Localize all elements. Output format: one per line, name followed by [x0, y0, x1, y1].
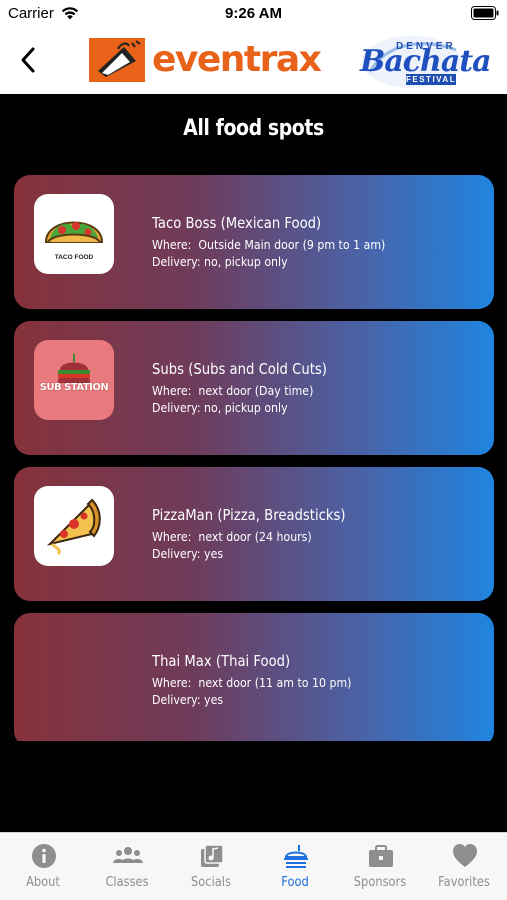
tab-label: Socials	[191, 875, 231, 890]
tab-socials[interactable]: Socials	[169, 833, 253, 900]
where-value: next door (24 hours)	[198, 529, 312, 544]
festival-word: FESTIVAL	[406, 74, 457, 85]
food-card-text: Subs (Subs and Cold Cuts) Where: next do…	[152, 359, 351, 416]
where-value: next door (11 am to 10 pm)	[198, 675, 352, 690]
food-spot-name: Thai Max (Thai Food)	[152, 652, 291, 670]
food-spot-delivery: Delivery: no, pickup only	[152, 254, 288, 269]
food-card-text: Thai Max (Thai Food) Where: next door (1…	[152, 651, 379, 708]
tab-label: Favorites	[438, 875, 490, 890]
tab-sponsors[interactable]: Sponsors	[338, 833, 422, 900]
chevron-left-icon	[21, 47, 35, 73]
sub-station-logo: SUB STATION	[34, 340, 114, 420]
page-title: All food spots	[183, 116, 324, 141]
heart-icon	[453, 844, 477, 867]
tab-label: Classes	[105, 875, 149, 890]
tab-food[interactable]: Food	[253, 833, 337, 900]
food-spot-where: Where: next door (11 am to 10 pm)	[152, 674, 351, 691]
food-spot-where: Where: Outside Main door (9 pm to 1 am)	[152, 236, 385, 253]
taco-logo-text: TACO FOOD	[54, 254, 94, 261]
where-label: Where:	[152, 383, 192, 398]
denver-bachata-festival-logo: DENVER Bachata FESTIVAL	[356, 32, 492, 90]
pizza-slice-logo	[34, 486, 114, 566]
food-card-subs[interactable]: SUB STATION Subs (Subs and Cold Cuts) Wh…	[14, 321, 494, 455]
food-spot-name: Subs (Subs and Cold Cuts)	[152, 360, 327, 378]
food-spot-where: Where: next door (24 hours)	[152, 528, 346, 545]
sub-station-logo-text: SUB STATION	[39, 382, 109, 393]
tab-classes[interactable]: Classes	[85, 833, 169, 900]
pizza-slice-icon	[46, 498, 101, 556]
where-label: Where:	[152, 675, 192, 690]
where-label: Where:	[152, 237, 192, 252]
briefcase-icon	[369, 845, 393, 867]
food-card-clip: Thai Max (Thai Food) Where: next door (1…	[0, 613, 507, 741]
food-spot-name: PizzaMan (Pizza, Breadsticks)	[152, 506, 346, 524]
status-bar: Carrier 9:26 AM	[0, 0, 507, 28]
tab-favorites[interactable]: Favorites	[422, 833, 506, 900]
info-icon	[32, 844, 56, 868]
food-spot-name: Taco Boss (Mexican Food)	[152, 214, 322, 232]
tab-label: Food	[281, 875, 309, 890]
taco-logo: TACO FOOD	[34, 194, 114, 274]
food-card-pizzaman[interactable]: PizzaMan (Pizza, Breadsticks) Where: nex…	[14, 467, 494, 601]
people-icon	[113, 847, 143, 863]
food-spot-delivery: Delivery: yes	[152, 546, 224, 561]
app-header: eventrax DENVER Bachata FESTIVAL	[0, 28, 507, 94]
food-card-text: PizzaMan (Pizza, Breadsticks) Where: nex…	[152, 505, 372, 562]
tab-label: Sponsors	[353, 875, 407, 890]
food-spot-delivery: Delivery: no, pickup only	[152, 400, 288, 415]
food-tray-icon	[284, 845, 308, 868]
where-label: Where:	[152, 529, 192, 544]
sandwich-icon	[58, 354, 90, 383]
tab-about[interactable]: About	[1, 833, 85, 900]
food-card-taco-boss[interactable]: TACO FOOD Taco Boss (Mexican Food) Where…	[14, 175, 494, 309]
photo-music-icon	[201, 844, 224, 867]
food-spot-where: Where: next door (Day time)	[152, 382, 327, 399]
back-button[interactable]	[12, 42, 44, 78]
where-value: Outside Main door (9 pm to 1 am)	[198, 237, 386, 252]
food-card-thai-max[interactable]: Thai Max (Thai Food) Where: next door (1…	[14, 613, 494, 741]
megaphone-logo-icon	[89, 38, 145, 82]
food-card-text: Taco Boss (Mexican Food) Where: Outside …	[152, 213, 417, 270]
food-spot-delivery: Delivery: yes	[152, 692, 224, 707]
where-value: next door (Day time)	[198, 383, 314, 398]
tab-label: About	[26, 875, 60, 890]
clock-time: 9:26 AM	[225, 5, 282, 22]
battery-icon	[471, 6, 499, 20]
eventrax-logo: eventrax	[88, 35, 322, 85]
taco-icon	[44, 221, 104, 243]
brand-name: eventrax	[152, 39, 322, 80]
tab-bar: About Classes Socials Food Sponsors Favo…	[0, 832, 507, 900]
